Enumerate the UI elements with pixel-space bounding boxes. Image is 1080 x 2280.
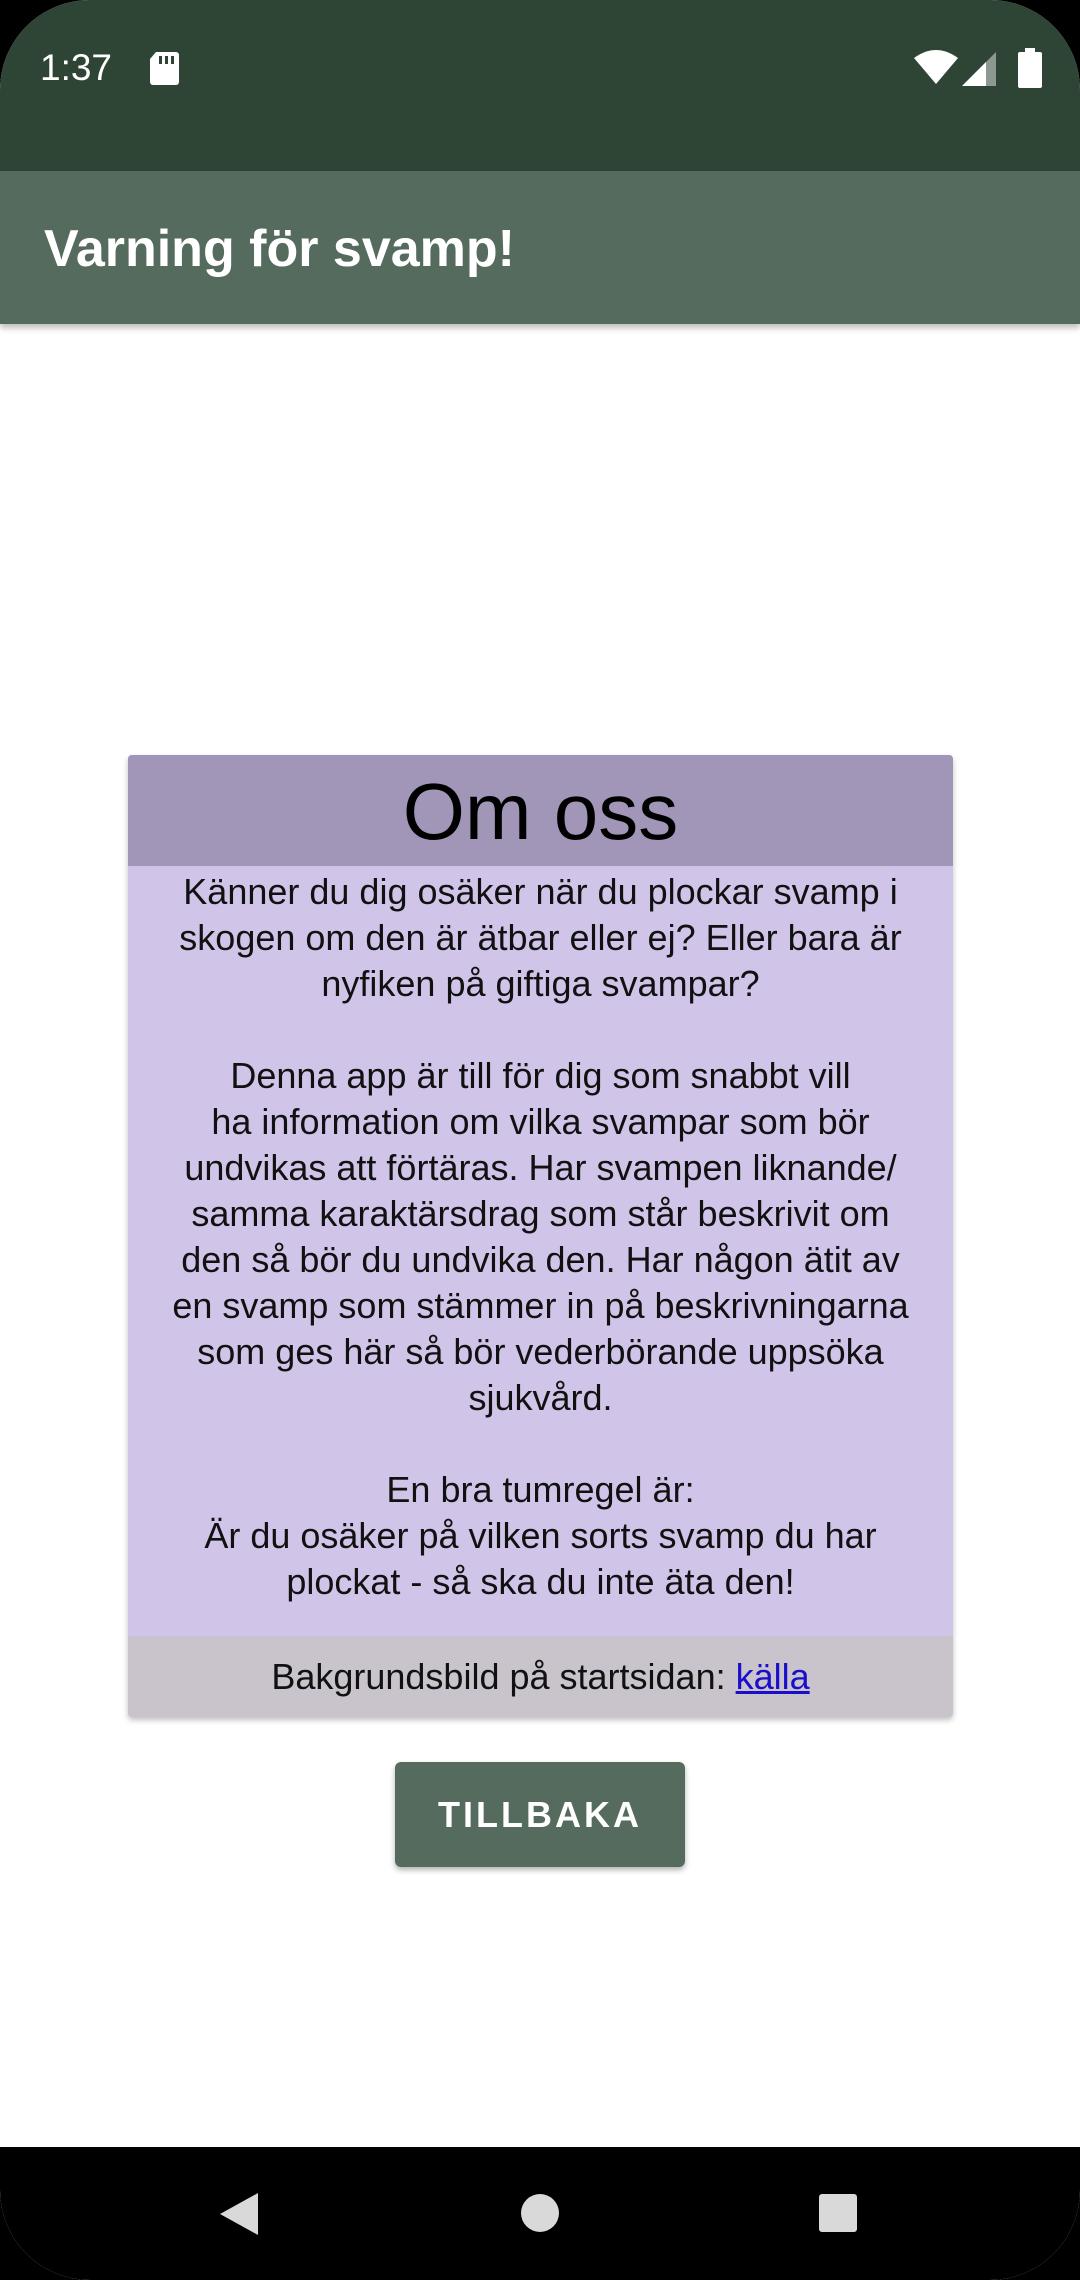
description-paragraph: Denna app är till för dig som snabbt vil…: [172, 1055, 909, 1418]
card-body: Känner du dig osäker när du plockar svam…: [128, 869, 953, 1605]
rule-of-thumb-paragraph: En bra tumregel är: Är du osäker på vilk…: [204, 1469, 877, 1602]
intro-paragraph: Känner du dig osäker när du plockar svam…: [179, 871, 902, 1004]
about-card: Om oss Känner du dig osäker när du plock…: [128, 755, 953, 1717]
signal-icon: [962, 52, 996, 86]
card-footer: Bakgrundsbild på startsidan: källa: [128, 1636, 953, 1717]
card-header: Om oss: [128, 755, 953, 866]
card-title: Om oss: [402, 767, 679, 856]
wifi-icon: [914, 50, 958, 84]
app-bar: Varning för svamp!: [0, 171, 1080, 324]
source-link[interactable]: källa: [736, 1656, 810, 1697]
back-icon[interactable]: [218, 2191, 260, 2237]
battery-icon: [1018, 48, 1042, 88]
sd-card-icon: [150, 52, 179, 85]
status-bar: 1:37: [0, 0, 1080, 171]
background-credit-text: Bakgrundsbild på startsidan:: [271, 1656, 736, 1697]
status-time: 1:37: [40, 47, 113, 88]
back-button[interactable]: TILLBAKA: [395, 1762, 685, 1867]
navigation-bar: [0, 2147, 1080, 2280]
home-icon[interactable]: [520, 2193, 560, 2233]
app-title: Varning för svamp!: [44, 220, 515, 278]
device-screen: 1:37 Varning för svamp! Om oss Känner du…: [0, 0, 1080, 2280]
recents-icon[interactable]: [818, 2193, 858, 2233]
